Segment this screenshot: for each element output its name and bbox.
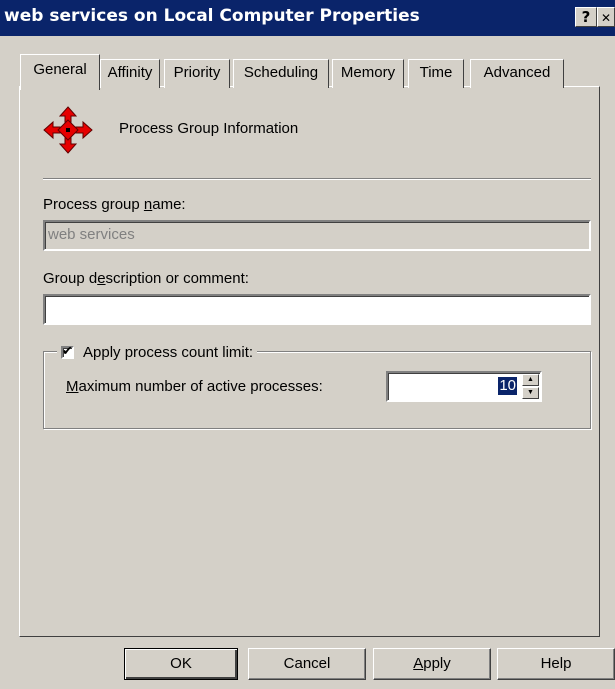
group-name-label-accel: n xyxy=(143,196,153,213)
spin-down-button[interactable]: ▼ xyxy=(522,387,539,399)
apply-limit-checkbox[interactable]: ✔ xyxy=(61,342,74,359)
apply-button-accel: A xyxy=(413,655,424,672)
tab-scheduling[interactable]: Scheduling xyxy=(233,59,329,88)
help-button[interactable]: Help xyxy=(497,648,615,680)
max-processes-label-accel: M xyxy=(66,378,79,395)
checkmark-icon: ✔ xyxy=(62,342,73,358)
properties-dialog: web services on Local Computer Propertie… xyxy=(0,0,615,689)
group-name-label: Process group name: xyxy=(43,196,186,213)
arrow-down-icon: ▼ xyxy=(527,389,534,396)
process-group-icon xyxy=(43,106,93,154)
tab-general[interactable]: General xyxy=(20,54,100,90)
max-processes-label: Maximum number of active processes: xyxy=(66,378,323,395)
title-bar[interactable]: web services on Local Computer Propertie… xyxy=(0,0,615,36)
description-label-post: scription or comment: xyxy=(105,270,249,287)
window-title: web services on Local Computer Propertie… xyxy=(4,6,420,26)
apply-button[interactable]: Apply xyxy=(373,648,491,680)
description-label-pre: Group d xyxy=(43,270,98,287)
close-button[interactable]: ✕ xyxy=(597,7,615,27)
group-name-field[interactable]: web services xyxy=(43,220,591,251)
max-processes-value[interactable]: 10 xyxy=(498,377,517,395)
close-icon: ✕ xyxy=(600,11,612,25)
header-text: Process Group Information xyxy=(119,120,299,137)
tab-advanced[interactable]: Advanced xyxy=(470,59,564,88)
divider xyxy=(43,178,591,180)
group-name-label-post: ame: xyxy=(152,196,186,213)
apply-limit-label[interactable]: Apply process count limit: xyxy=(83,344,253,361)
help-title-button[interactable]: ? xyxy=(575,7,597,27)
description-label-accel: e xyxy=(97,270,106,287)
apply-button-post: pply xyxy=(423,655,451,672)
tab-time[interactable]: Time xyxy=(408,59,464,88)
max-processes-label-post: aximum number of active processes: xyxy=(78,378,323,395)
tab-priority[interactable]: Priority xyxy=(164,59,230,88)
group-name-label-pre: Process group xyxy=(43,196,144,213)
ok-button[interactable]: OK xyxy=(124,648,238,680)
tab-memory[interactable]: Memory xyxy=(332,59,404,88)
arrow-up-icon: ▲ xyxy=(527,376,534,383)
tab-affinity[interactable]: Affinity xyxy=(100,59,160,88)
description-label: Group description or comment: xyxy=(43,270,249,287)
process-limit-legend: ✔ Apply process count limit: xyxy=(57,341,258,363)
max-processes-spinner[interactable]: 10 ▲ ▼ xyxy=(386,371,542,402)
spin-up-button[interactable]: ▲ xyxy=(522,374,539,386)
cancel-button[interactable]: Cancel xyxy=(248,648,366,680)
description-field[interactable] xyxy=(43,294,591,325)
